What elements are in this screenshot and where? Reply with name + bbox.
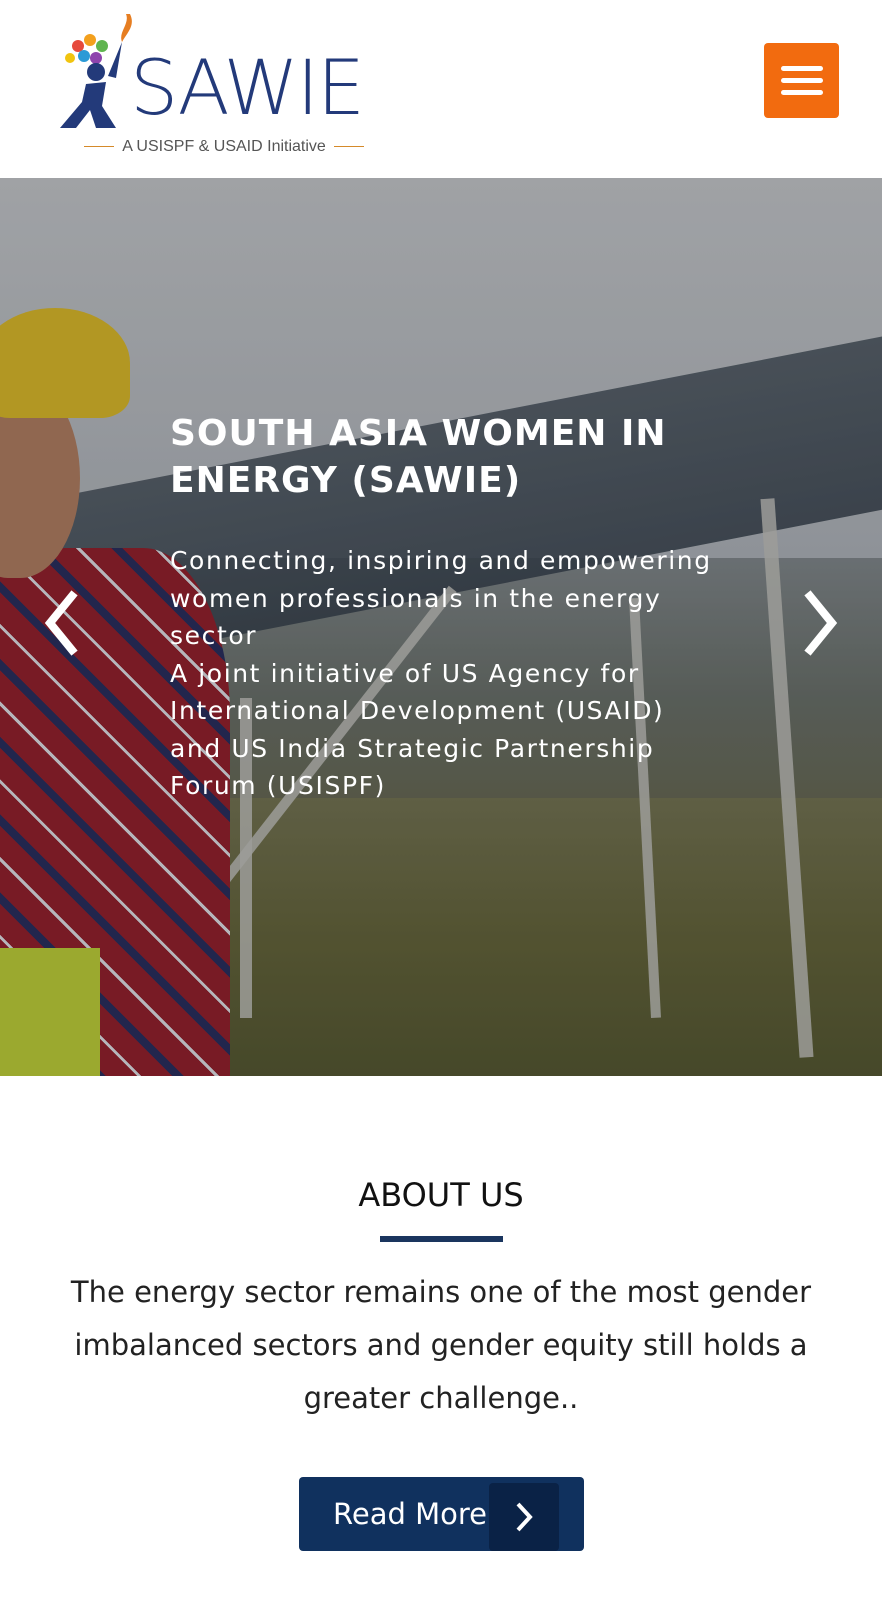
hero-desc-line: A joint initiative of US Agency for bbox=[170, 658, 640, 688]
about-section: ABOUT US The energy sector remains one o… bbox=[0, 1076, 882, 1600]
hamburger-icon-bar bbox=[780, 90, 823, 95]
about-text: The energy sector remains one of the mos… bbox=[60, 1266, 822, 1425]
logo-subtitle: A USISPF & USAID Initiative bbox=[56, 138, 392, 156]
hero-slider: SOUTH ASIA WOMEN IN ENERGY (SAWIE) Conne… bbox=[0, 178, 882, 1076]
slider-next-button[interactable] bbox=[798, 588, 844, 658]
about-text-line: greater challenge.. bbox=[303, 1381, 579, 1415]
hero-description: Connecting, inspiring and empowering wom… bbox=[170, 542, 770, 805]
read-more-button[interactable]: Read More bbox=[299, 1477, 584, 1551]
hero-caption: SOUTH ASIA WOMEN IN ENERGY (SAWIE) Conne… bbox=[170, 410, 770, 805]
hero-desc-line: Connecting, inspiring and empowering bbox=[170, 546, 712, 575]
about-title: ABOUT US bbox=[358, 1176, 524, 1214]
hero-desc-line: women professionals in the energy bbox=[170, 583, 662, 613]
chevron-left-icon bbox=[44, 590, 78, 656]
about-text-line: The energy sector remains one of the mos… bbox=[70, 1275, 812, 1309]
sawie-logo[interactable]: SAWIE A USISPF & USAID Initiative bbox=[56, 6, 396, 164]
slider-prev-button[interactable] bbox=[38, 588, 84, 658]
hero-desc-line: and US India Strategic Partnership bbox=[170, 733, 655, 763]
hero-title-line: ENERGY (SAWIE) bbox=[170, 460, 522, 501]
chevron-right-icon bbox=[804, 590, 838, 656]
title-underline bbox=[380, 1236, 503, 1242]
site-header: SAWIE A USISPF & USAID Initiative bbox=[0, 0, 882, 178]
hero-title-line: SOUTH ASIA WOMEN IN bbox=[170, 413, 667, 454]
chevron-right-icon bbox=[489, 1483, 559, 1551]
read-more-label: Read More bbox=[333, 1497, 487, 1531]
about-text-line: imbalanced sectors and gender equity sti… bbox=[74, 1328, 808, 1362]
hamburger-icon-bar bbox=[780, 78, 823, 83]
hamburger-icon bbox=[780, 66, 823, 71]
hero-desc-line: Forum (USISPF) bbox=[170, 771, 386, 800]
menu-button[interactable] bbox=[764, 43, 839, 118]
hero-desc-line: International Development (USAID) bbox=[170, 696, 665, 725]
logo-wordmark: SAWIE bbox=[130, 43, 365, 132]
hero-desc-line: sector bbox=[170, 621, 258, 650]
hero-title: SOUTH ASIA WOMEN IN ENERGY (SAWIE) bbox=[170, 410, 770, 504]
